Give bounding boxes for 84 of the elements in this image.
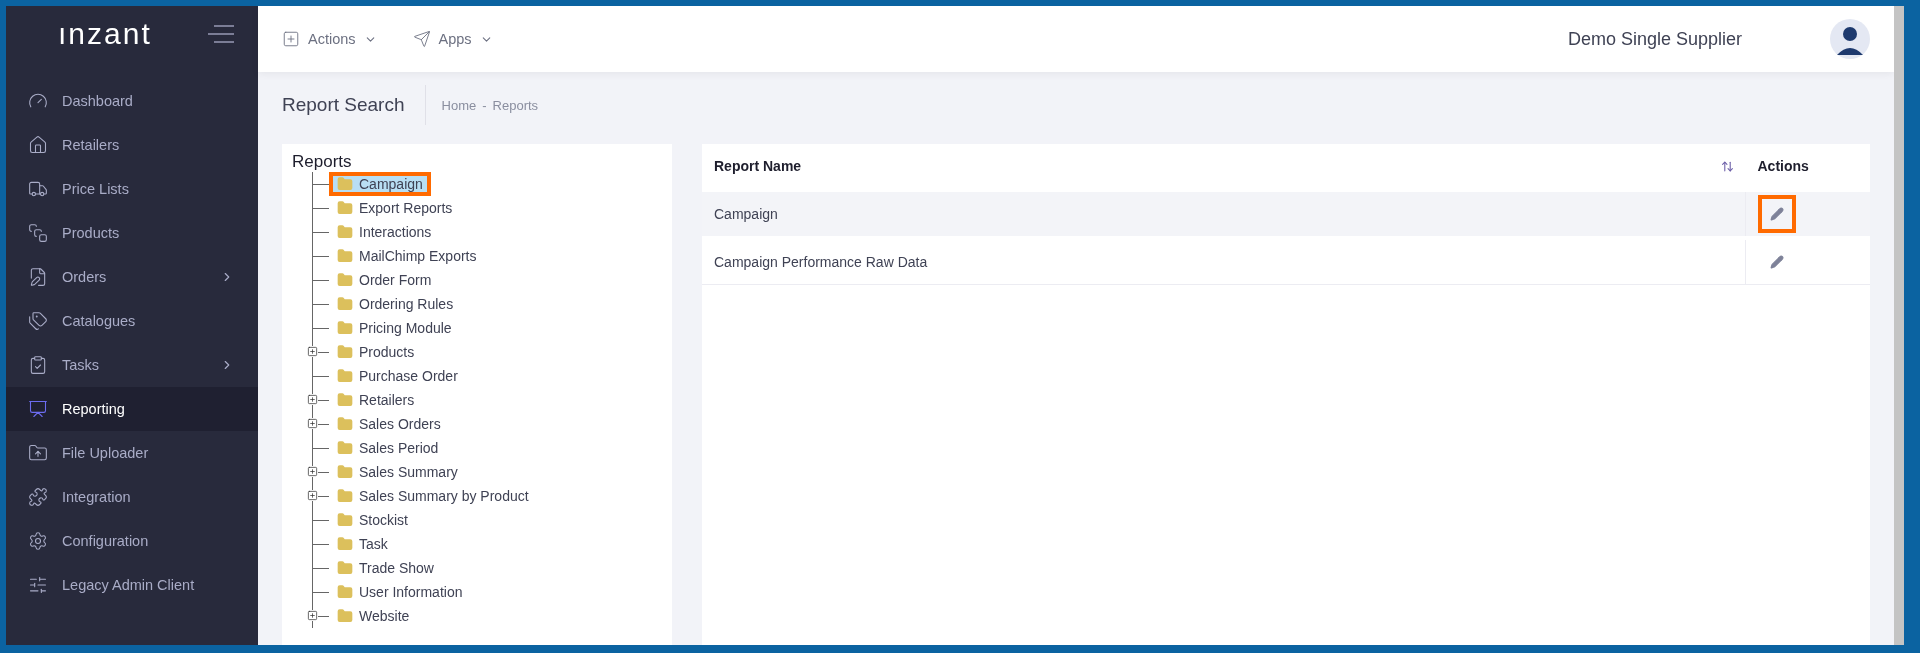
table-cell: Campaign Performance Raw Data bbox=[702, 238, 1746, 285]
tree-item[interactable]: Interactions bbox=[329, 220, 440, 244]
pen-document-icon bbox=[28, 267, 48, 287]
tree-item[interactable]: MailChimp Exports bbox=[329, 244, 485, 268]
tree-item[interactable]: Stockist bbox=[329, 508, 416, 532]
sidebar-item[interactable]: Reporting bbox=[6, 387, 258, 431]
expand-icon[interactable] bbox=[307, 346, 318, 357]
user-name: Demo Single Supplier bbox=[1567, 28, 1742, 50]
breadcrumb-separator: - bbox=[482, 97, 487, 113]
tree-item[interactable]: Retailers bbox=[329, 388, 423, 412]
sidebar-item[interactable]: Legacy Admin Client bbox=[6, 563, 258, 607]
expand-icon[interactable] bbox=[307, 394, 318, 405]
puzzle-icon bbox=[28, 487, 48, 507]
folder-icon bbox=[337, 464, 353, 480]
sidebar-item[interactable]: Price Lists bbox=[6, 167, 258, 211]
sidebar-item[interactable]: Dashboard bbox=[6, 79, 258, 123]
tree-title: Reports bbox=[292, 152, 353, 172]
folder-icon bbox=[337, 392, 353, 408]
folder-icon bbox=[337, 560, 353, 576]
tree-item[interactable]: Sales Period bbox=[329, 436, 447, 460]
expand-icon[interactable] bbox=[307, 466, 318, 477]
tree-item[interactable]: Pricing Module bbox=[329, 316, 460, 340]
tree-item[interactable]: Sales Orders bbox=[329, 412, 449, 436]
folder-icon bbox=[337, 368, 353, 384]
tree-item[interactable]: Task bbox=[329, 532, 396, 556]
page-title: Report Search bbox=[282, 85, 426, 125]
checklist-icon bbox=[28, 355, 48, 375]
folder-icon bbox=[337, 536, 353, 552]
folder-icon bbox=[337, 512, 353, 528]
sidebar-item[interactable]: Integration bbox=[6, 475, 258, 519]
folder-icon bbox=[337, 440, 353, 456]
expand-icon[interactable] bbox=[307, 610, 318, 621]
folder-icon bbox=[337, 200, 353, 216]
folder-icon bbox=[337, 320, 353, 336]
folder-icon bbox=[337, 608, 353, 624]
tree-item[interactable]: Sales Summary by Product bbox=[329, 484, 537, 508]
tree-item[interactable]: Trade Show bbox=[329, 556, 442, 580]
plus-square-icon bbox=[282, 30, 300, 48]
expand-icon[interactable] bbox=[307, 490, 318, 501]
menu-icon[interactable] bbox=[208, 25, 234, 43]
folder-upload-icon bbox=[28, 443, 48, 463]
top-menu[interactable]: Actions bbox=[282, 30, 377, 48]
sidebar-item[interactable]: Products bbox=[6, 211, 258, 255]
tree-item[interactable]: Website bbox=[329, 604, 418, 628]
tree-item[interactable]: Sales Summary bbox=[329, 460, 466, 484]
sidebar-item[interactable]: Configuration bbox=[6, 519, 258, 563]
folder-icon bbox=[337, 272, 353, 288]
pencil-icon bbox=[1770, 255, 1784, 269]
column-header: Actions bbox=[1756, 157, 1810, 176]
tree-item[interactable]: Ordering Rules bbox=[329, 292, 462, 316]
folder-icon bbox=[337, 248, 353, 264]
sidebar-item[interactable]: Catalogues bbox=[6, 299, 258, 343]
paper-plane-icon bbox=[412, 30, 431, 48]
folder-icon bbox=[337, 224, 353, 240]
house-icon bbox=[28, 135, 48, 155]
scrollbar[interactable] bbox=[1894, 6, 1904, 645]
tree-item[interactable]: Purchase Order bbox=[329, 364, 466, 388]
truck-icon bbox=[28, 179, 48, 199]
tree-item[interactable]: Export Reports bbox=[329, 196, 461, 220]
column-header[interactable]: Report Name bbox=[702, 144, 1746, 190]
tree-item[interactable]: Products bbox=[329, 340, 423, 364]
folder-icon bbox=[337, 344, 353, 360]
folder-icon bbox=[337, 176, 353, 192]
tree-item[interactable]: Campaign bbox=[329, 172, 431, 196]
top-menu[interactable]: Apps bbox=[412, 30, 493, 48]
folder-icon bbox=[337, 584, 353, 600]
avatar-icon[interactable] bbox=[1830, 19, 1870, 59]
tree-item[interactable]: Order Form bbox=[329, 268, 440, 292]
settings-icon bbox=[28, 531, 48, 551]
sidebar-item[interactable]: Retailers bbox=[6, 123, 258, 167]
sort-icon[interactable] bbox=[1720, 159, 1734, 173]
stack-icon bbox=[28, 223, 48, 243]
expand-icon[interactable] bbox=[307, 418, 318, 429]
sliders-icon bbox=[28, 575, 48, 595]
sidebar-item[interactable]: Orders bbox=[6, 255, 258, 299]
logo: ınzant bbox=[58, 17, 152, 51]
tree-item[interactable]: User Information bbox=[329, 580, 471, 604]
sidebar-item[interactable]: Tasks bbox=[6, 343, 258, 387]
folder-icon bbox=[337, 416, 353, 432]
folder-icon bbox=[337, 488, 353, 504]
pencil-icon bbox=[1770, 207, 1784, 221]
tags-icon bbox=[28, 311, 48, 331]
folder-icon bbox=[337, 296, 353, 312]
sidebar-item[interactable]: File Uploader bbox=[6, 431, 258, 475]
